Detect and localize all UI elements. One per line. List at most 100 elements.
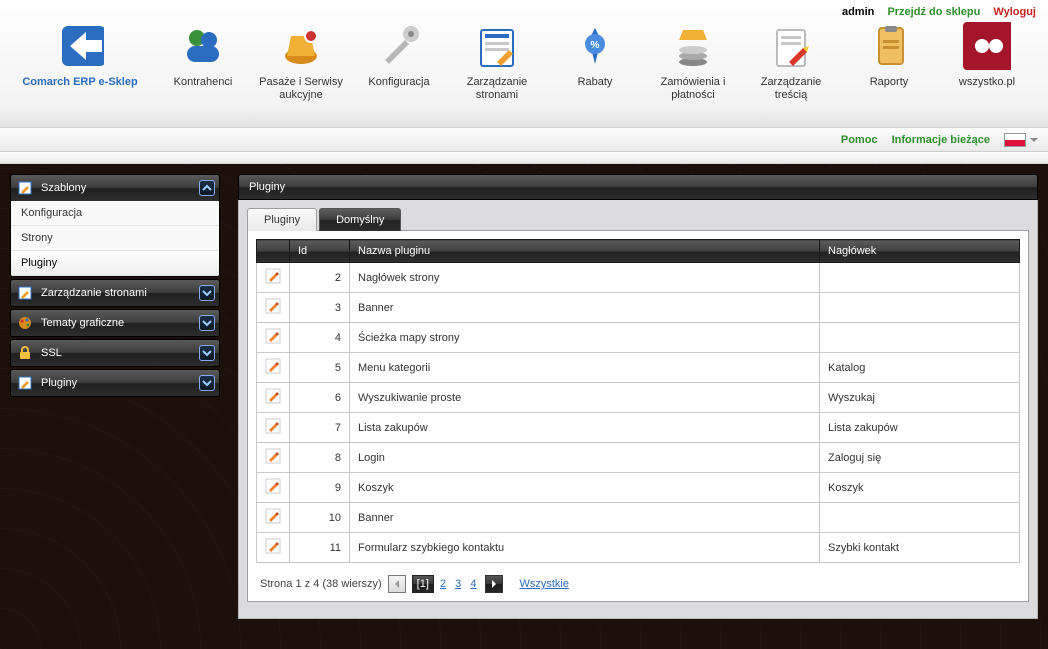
cell-name: Nagłówek strony xyxy=(350,263,820,293)
logout-link[interactable]: Wyloguj xyxy=(993,6,1036,18)
cell-id: 10 xyxy=(290,503,350,533)
topnav-wszystko[interactable]: wszystko.pl xyxy=(942,22,1032,89)
accordion-header-zarzstron[interactable]: Zarządzanie stronami xyxy=(11,280,219,306)
sidebar-item-konfiguracja[interactable]: Konfiguracja xyxy=(11,201,219,226)
accordion-label: Tematy graficzne xyxy=(41,317,124,329)
topnav-label: Rabaty xyxy=(550,76,640,89)
cell-header: Szybki kontakt xyxy=(820,533,1020,563)
topnav-raporty[interactable]: Raporty xyxy=(844,22,934,89)
accordion-label: Pluginy xyxy=(41,377,77,389)
accordion-ssl: SSL xyxy=(10,339,220,367)
topnav-logo[interactable]: Comarch ERP e-Sklep xyxy=(10,22,150,89)
table-row: 9KoszykKoszyk xyxy=(257,473,1020,503)
accordion-toggle[interactable] xyxy=(199,180,215,196)
pager: Strona 1 z 4 (38 wierszy) [1] 2 3 4 Wszy… xyxy=(256,575,1020,593)
raporty-icon xyxy=(865,22,913,70)
tab-pluginy[interactable]: Pluginy xyxy=(247,208,317,231)
pager-page-2[interactable]: 2 xyxy=(437,578,449,590)
accordion-label: Szablony xyxy=(41,182,86,194)
pager-page-4[interactable]: 4 xyxy=(467,578,479,590)
edit-icon[interactable] xyxy=(265,508,281,524)
tab-domyślny[interactable]: Domyślny xyxy=(319,208,401,231)
pager-all-link[interactable]: Wszystkie xyxy=(519,578,569,590)
pager-page-1: [1] xyxy=(412,575,434,593)
accordion-header-tematy[interactable]: Tematy graficzne xyxy=(11,310,219,336)
edit-icon[interactable] xyxy=(265,478,281,494)
plugins-table: Id Nazwa pluginu Nagłówek 2Nagłówek stro… xyxy=(256,239,1020,563)
topnav-label: Comarch ERP e-Sklep xyxy=(10,76,150,89)
topnav-zamow[interactable]: Zamówienia i płatności xyxy=(648,22,738,102)
cell-header: Koszyk xyxy=(820,473,1020,503)
panel-body: PluginyDomyślny Id Nazwa pluginu Nagłówe… xyxy=(238,200,1038,619)
edit-icon[interactable] xyxy=(265,538,281,554)
pasaze-icon xyxy=(277,22,325,70)
pager-page-3[interactable]: 3 xyxy=(452,578,464,590)
cell-name: Formularz szybkiego kontaktu xyxy=(350,533,820,563)
help-link[interactable]: Pomoc xyxy=(841,134,878,146)
chevron-right-icon xyxy=(490,580,498,588)
accordion-body-szablony: KonfiguracjaStronyPluginy xyxy=(11,201,219,276)
go-to-shop-link[interactable]: Przejdź do sklepu xyxy=(887,6,980,18)
cell-header: Lista zakupów xyxy=(820,413,1020,443)
cell-header: Zaloguj się xyxy=(820,443,1020,473)
grid-container: Id Nazwa pluginu Nagłówek 2Nagłówek stro… xyxy=(247,230,1029,602)
cell-name: Ścieżka mapy strony xyxy=(350,323,820,353)
topnav-label: Zamówienia i płatności xyxy=(648,76,738,102)
edit-icon[interactable] xyxy=(265,358,281,374)
edit-icon[interactable] xyxy=(265,328,281,344)
accordion-szablony: Szablony KonfiguracjaStronyPluginy xyxy=(10,174,220,277)
accordion-label: SSL xyxy=(41,347,62,359)
logo-icon xyxy=(56,22,104,70)
edit-icon[interactable] xyxy=(265,298,281,314)
topnav-label: wszystko.pl xyxy=(942,76,1032,89)
topnav-zarztresc[interactable]: Zarządzanie treścią xyxy=(746,22,836,102)
accordion-header-ssl[interactable]: SSL xyxy=(11,340,219,366)
tematy-icon xyxy=(17,315,33,331)
accordion-header-pluginy[interactable]: Pluginy xyxy=(11,370,219,396)
topnav-label: Zarządzanie stronami xyxy=(452,76,542,102)
topnav-zarzstron[interactable]: Zarządzanie stronami xyxy=(452,22,542,102)
table-row: 3Banner xyxy=(257,293,1020,323)
edit-icon[interactable] xyxy=(265,268,281,284)
col-header[interactable]: Nagłówek xyxy=(820,240,1020,263)
cell-id: 11 xyxy=(290,533,350,563)
col-id[interactable]: Id xyxy=(290,240,350,263)
pager-prev[interactable] xyxy=(388,575,406,593)
topnav-pasaze[interactable]: Pasaże i Serwisy aukcyjne xyxy=(256,22,346,102)
language-picker[interactable] xyxy=(1004,133,1038,147)
top-links: admin Przejdź do sklepu Wyloguj xyxy=(832,6,1036,18)
cell-id: 8 xyxy=(290,443,350,473)
sidebar-item-pluginy[interactable]: Pluginy xyxy=(11,251,219,276)
accordion-toggle[interactable] xyxy=(199,375,215,391)
info-link[interactable]: Informacje bieżące xyxy=(892,134,990,146)
accordion-toggle[interactable] xyxy=(199,345,215,361)
pager-next[interactable] xyxy=(485,575,503,593)
flag-pl-icon xyxy=(1004,133,1026,147)
edit-icon[interactable] xyxy=(265,418,281,434)
ssl-icon xyxy=(17,345,33,361)
chevron-down-icon xyxy=(1030,136,1038,144)
sidebar-item-strony[interactable]: Strony xyxy=(11,226,219,251)
zamow-icon xyxy=(669,22,717,70)
topnav-kontrahenci[interactable]: Kontrahenci xyxy=(158,22,248,89)
topnav-rabaty[interactable]: %Rabaty xyxy=(550,22,640,89)
cell-id: 3 xyxy=(290,293,350,323)
topnav-konfiguracja[interactable]: Konfiguracja xyxy=(354,22,444,89)
col-name[interactable]: Nazwa pluginu xyxy=(350,240,820,263)
cell-id: 6 xyxy=(290,383,350,413)
accordion-header-szablony[interactable]: Szablony xyxy=(11,175,219,201)
wszystko-icon xyxy=(963,22,1011,70)
pager-summary: Strona 1 z 4 (38 wierszy) xyxy=(260,578,382,590)
cell-header: Katalog xyxy=(820,353,1020,383)
cell-name: Koszyk xyxy=(350,473,820,503)
accordion-toggle[interactable] xyxy=(199,315,215,331)
table-row: 2Nagłówek strony xyxy=(257,263,1020,293)
separator-bar xyxy=(0,152,1048,164)
col-edit xyxy=(257,240,290,263)
cell-name: Login xyxy=(350,443,820,473)
accordion-toggle[interactable] xyxy=(199,285,215,301)
szablony-icon xyxy=(17,180,33,196)
edit-icon[interactable] xyxy=(265,448,281,464)
edit-icon[interactable] xyxy=(265,388,281,404)
zarzstron-icon xyxy=(473,22,521,70)
